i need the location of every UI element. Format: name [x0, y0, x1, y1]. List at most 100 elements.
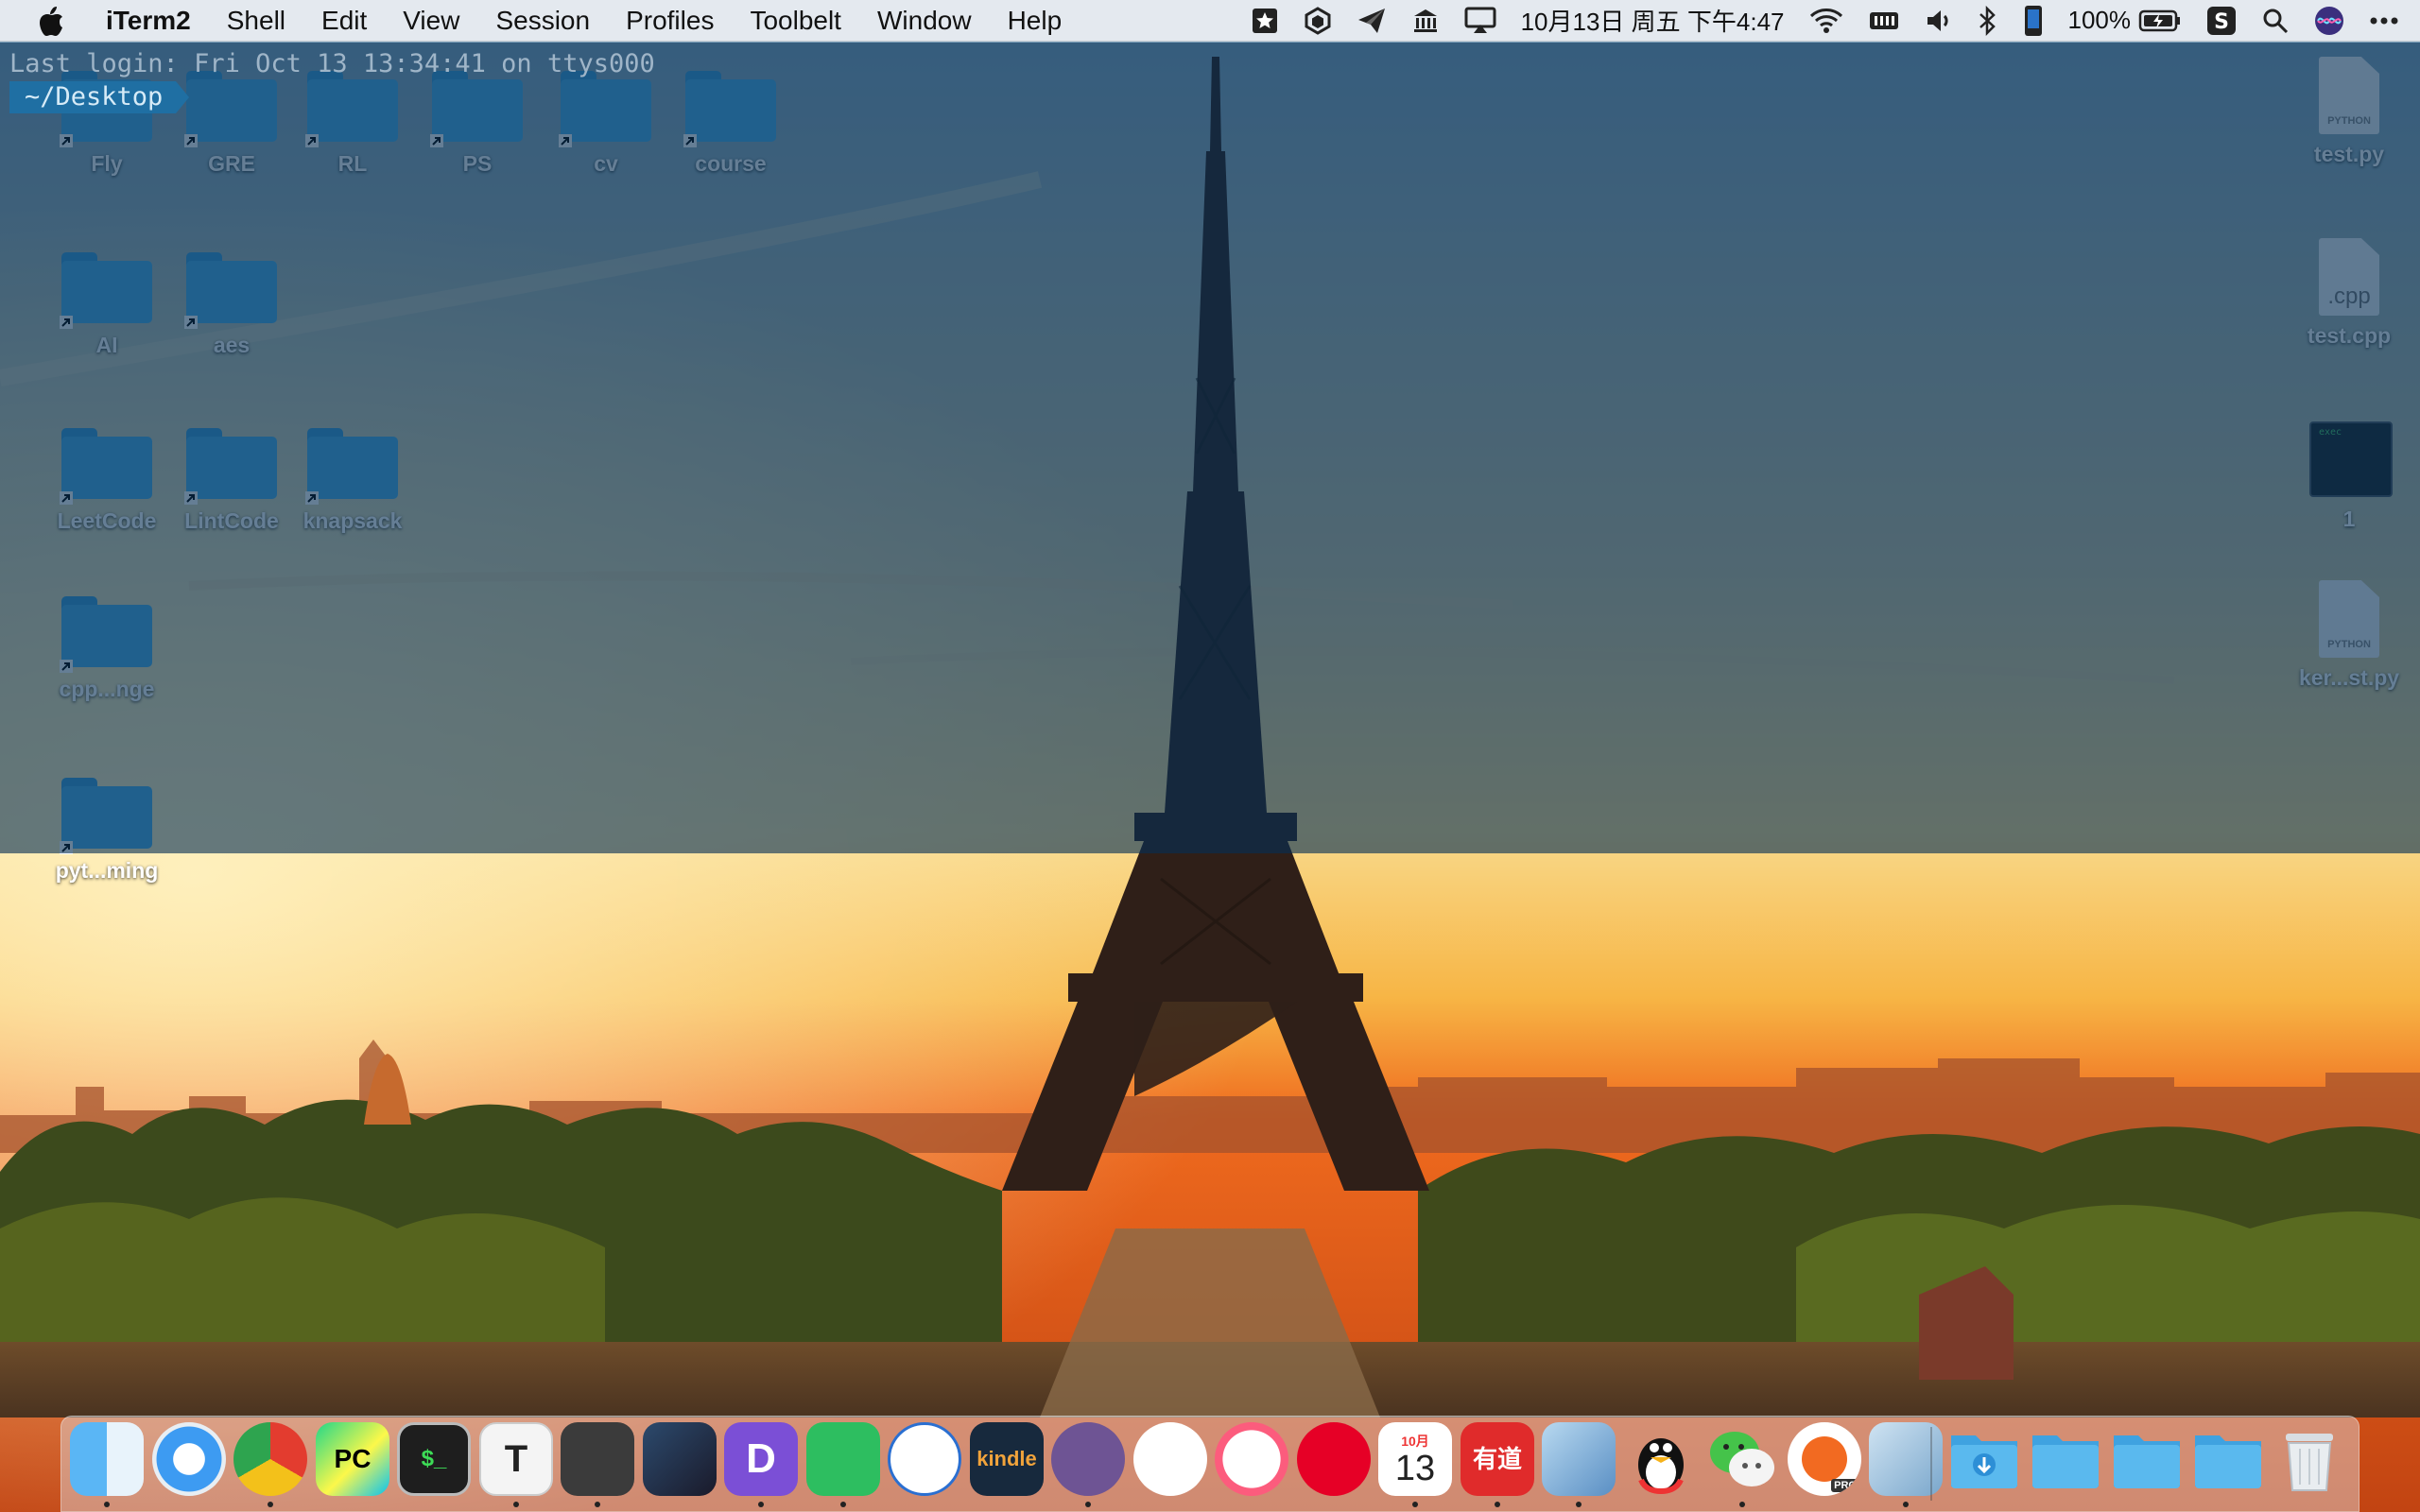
running-indicator	[1495, 1502, 1500, 1507]
finder-icon	[70, 1422, 144, 1496]
menu-bar-left: iTerm2 Shell Edit View Session Profiles …	[0, 0, 1098, 42]
dock-item-pycharm[interactable]: PC	[316, 1422, 389, 1496]
dock-item-chrome[interactable]	[233, 1422, 307, 1507]
dock-item-github[interactable]	[1051, 1422, 1125, 1507]
menu-edit[interactable]: Edit	[321, 6, 367, 36]
dock-stack-folder[interactable]	[2029, 1422, 2102, 1496]
dock-item-youdao[interactable]: 有道	[1461, 1422, 1534, 1507]
youdao-icon: 有道	[1461, 1422, 1534, 1496]
prompt-arrow-icon	[176, 81, 190, 113]
running-indicator	[1576, 1502, 1582, 1507]
svg-text:S: S	[2214, 10, 2229, 34]
baidu-netdisk-icon	[1133, 1422, 1207, 1496]
menu-toolbelt[interactable]: Toolbelt	[750, 6, 841, 36]
star-icon[interactable]	[1251, 7, 1279, 35]
running-indicator	[1903, 1502, 1909, 1507]
dock-icon-text: T	[504, 1438, 528, 1480]
dock-stack-folder[interactable]	[2191, 1422, 2265, 1496]
bluetooth-icon[interactable]	[1978, 5, 1998, 36]
dock-item-finder[interactable]	[70, 1422, 144, 1507]
qq-icon	[1624, 1422, 1698, 1496]
pro-badge: PRO	[1831, 1479, 1859, 1492]
wechat-icon	[1705, 1422, 1779, 1496]
dock-stack-folder[interactable]	[2110, 1422, 2184, 1496]
xcode-icon	[643, 1422, 717, 1496]
calendar-icon: 10月 13	[1378, 1422, 1452, 1496]
downloads-folder-icon	[1951, 1435, 2017, 1488]
menu-session[interactable]: Session	[495, 6, 590, 36]
pycharm-icon: PC	[316, 1422, 389, 1496]
battery-percent[interactable]: 100%	[2068, 6, 2132, 35]
dock-item-library[interactable]	[888, 1422, 961, 1496]
siri-icon[interactable]	[2314, 6, 2344, 36]
dock-item-sublime[interactable]	[561, 1422, 634, 1507]
instastats-icon: PRO	[1788, 1422, 1861, 1496]
dock-item-itunes[interactable]	[1215, 1422, 1288, 1496]
dock-stack-downloads-folder[interactable]	[1947, 1422, 2021, 1496]
running-indicator	[1739, 1502, 1745, 1507]
dock-icon-text: PC	[334, 1444, 372, 1473]
terminal-icon: $_	[397, 1422, 471, 1496]
running-indicator	[1412, 1502, 1418, 1507]
folder-icon	[2195, 1435, 2261, 1488]
more-icon[interactable]	[2369, 16, 2399, 26]
menu-profiles[interactable]: Profiles	[626, 6, 714, 36]
running-indicator	[595, 1502, 600, 1507]
app-menu-iterm2[interactable]: iTerm2	[106, 6, 191, 36]
dock-item-wechat[interactable]	[1705, 1422, 1779, 1507]
phone-icon[interactable]	[2023, 5, 2044, 37]
memory-icon[interactable]	[1868, 9, 1900, 33]
desktop-item-label: pyt...ming	[55, 858, 159, 883]
dash-icon: D	[724, 1422, 798, 1496]
qq-penguin	[1638, 1438, 1684, 1495]
dock-item-xcode[interactable]	[643, 1422, 717, 1496]
volume-icon[interactable]	[1925, 8, 1953, 34]
wechat-bubbles	[1710, 1432, 1774, 1486]
paper-plane-icon[interactable]	[1357, 7, 1387, 35]
kindle-icon: kindle	[970, 1422, 1044, 1496]
running-indicator	[758, 1502, 764, 1507]
prompt-path: ~/Desktop	[9, 81, 177, 113]
running-indicator	[513, 1502, 519, 1507]
dock-separator	[1930, 1427, 1932, 1501]
menu-window[interactable]: Window	[877, 6, 972, 36]
folder-icon	[2114, 1435, 2180, 1488]
dock-item-mail[interactable]	[1542, 1422, 1616, 1507]
safari-icon	[152, 1422, 226, 1496]
last-login-line: Last login: Fri Oct 13 13:34:41 on ttys0…	[9, 49, 655, 78]
github-icon	[1051, 1422, 1125, 1496]
dock-item-safari[interactable]	[152, 1422, 226, 1496]
trash-icon	[2286, 1434, 2333, 1491]
dock-item-dash[interactable]: D	[724, 1422, 798, 1507]
dock-item-netease-music[interactable]	[1297, 1422, 1371, 1496]
dock-item-typora[interactable]: T	[479, 1422, 553, 1507]
netease-music-icon	[1297, 1422, 1371, 1496]
dock-item-calendar[interactable]: 10月 13	[1378, 1422, 1452, 1507]
battery-icon[interactable]	[2138, 9, 2182, 32]
dock-item-baidu-netdisk[interactable]	[1133, 1422, 1207, 1496]
spotlight-icon[interactable]	[2261, 7, 2290, 35]
cube-icon[interactable]	[1304, 6, 1332, 35]
dock-item-terminal[interactable]: $_	[397, 1422, 471, 1496]
running-indicator	[1085, 1502, 1091, 1507]
menu-view[interactable]: View	[403, 6, 459, 36]
dock-item-evernote[interactable]	[806, 1422, 880, 1507]
iterm2-window[interactable]: Last login: Fri Oct 13 13:34:41 on ttys0…	[0, 43, 2420, 853]
dock-item-kindle[interactable]: kindle	[970, 1422, 1044, 1496]
menu-shell[interactable]: Shell	[227, 6, 285, 36]
wifi-icon[interactable]	[1809, 8, 1843, 34]
dock-item-instastats[interactable]: PRO	[1788, 1422, 1861, 1496]
dock-icon-text: 有道	[1472, 1445, 1522, 1473]
evernote-icon	[806, 1422, 880, 1496]
library-icon[interactable]	[1411, 7, 1440, 35]
running-indicator	[840, 1502, 846, 1507]
menu-help[interactable]: Help	[1008, 6, 1063, 36]
dock-item-qq[interactable]	[1624, 1422, 1698, 1496]
library-icon	[888, 1422, 961, 1496]
sublime-icon	[561, 1422, 634, 1496]
datetime[interactable]: 10月13日 周五 下午4:47	[1521, 3, 1785, 38]
airplay-icon[interactable]	[1464, 7, 1496, 35]
dock-stack-trash[interactable]	[2273, 1422, 2346, 1496]
sogou-input-icon[interactable]: S	[2206, 6, 2237, 36]
apple-menu-icon[interactable]	[38, 5, 68, 37]
